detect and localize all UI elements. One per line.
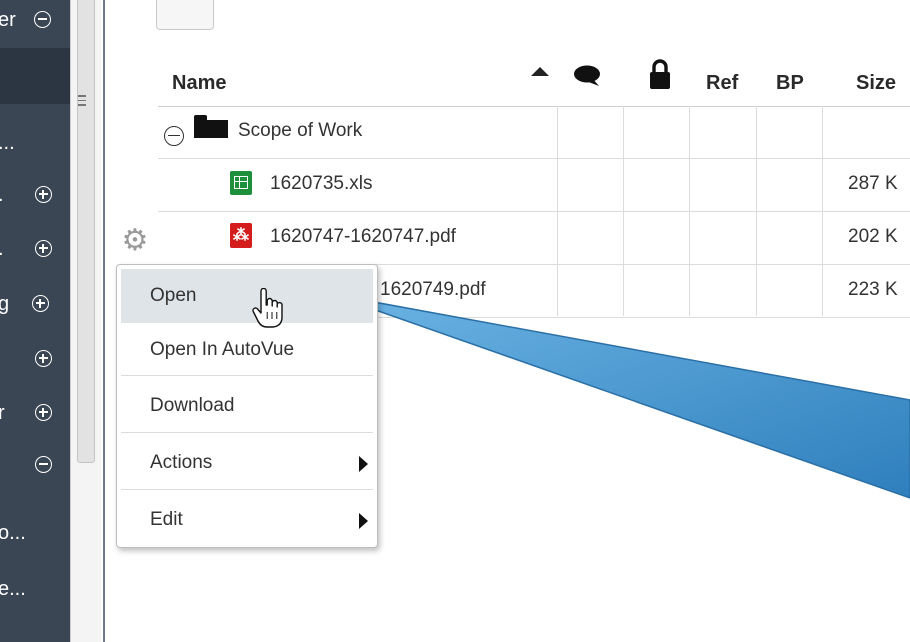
speech-bubble-icon[interactable]	[572, 64, 602, 88]
sidebar-item-label: .	[0, 180, 4, 210]
table-row[interactable]: ⁂ 1620747-1620747.pdf 202 K	[158, 212, 910, 265]
context-menu: Open Open In AutoVue Download Actions Ed…	[116, 264, 378, 548]
sidebar-item[interactable]	[0, 344, 70, 374]
column-header-name[interactable]: Name	[172, 72, 226, 95]
menu-item-download[interactable]: Download	[121, 379, 373, 433]
sidebar-item[interactable]: er	[0, 5, 70, 35]
collapse-icon[interactable]	[35, 456, 52, 473]
folder-icon	[194, 115, 228, 138]
hand-pointer-icon	[252, 288, 283, 328]
spreadsheet-icon	[230, 171, 252, 195]
gear-icon[interactable]: ⚙	[118, 224, 152, 258]
sidebar-item-label: r	[0, 402, 5, 424]
file-size: 223 K	[848, 279, 898, 300]
sidebar-item-label: o...	[0, 522, 26, 544]
sidebar-item[interactable]: e...	[0, 574, 70, 604]
lock-icon[interactable]	[648, 58, 672, 90]
pdf-icon: ⁂	[230, 223, 252, 248]
menu-item-label: Edit	[150, 509, 183, 530]
folder-row[interactable]: Scope of Work	[158, 106, 910, 159]
expand-icon[interactable]	[35, 404, 52, 421]
sidebar-item-label: e...	[0, 578, 26, 600]
menu-item-edit[interactable]: Edit	[121, 493, 373, 547]
menu-item-open[interactable]: Open	[121, 269, 373, 323]
sidebar-item-label: .	[0, 234, 4, 264]
file-name[interactable]: 1620747-1620747.pdf	[270, 226, 456, 248]
menu-item-label: Open In AutoVue	[150, 339, 295, 360]
sidebar-selected-item[interactable]	[0, 48, 70, 104]
sort-ascending-icon[interactable]	[531, 67, 549, 76]
sidebar-item[interactable]	[0, 450, 70, 480]
sidebar-item[interactable]: .	[0, 234, 70, 264]
sidebar-item-label: er	[0, 9, 16, 31]
drag-handle-icon[interactable]	[78, 95, 86, 109]
sidebar-item[interactable]: r	[0, 398, 70, 428]
sidebar-item[interactable]: .	[0, 180, 70, 210]
column-header-bp[interactable]: BP	[776, 72, 804, 95]
file-size: 202 K	[848, 226, 898, 247]
expand-icon[interactable]	[35, 186, 52, 203]
file-name[interactable]: 1620735.xls	[270, 173, 372, 195]
expand-icon[interactable]	[32, 295, 49, 312]
column-header-size[interactable]: Size	[856, 72, 896, 95]
menu-separator	[121, 489, 373, 490]
scrollbar-thumb[interactable]	[77, 0, 95, 463]
menu-item-open-in-autovue[interactable]: Open In AutoVue	[121, 323, 373, 377]
submenu-arrow-icon	[359, 456, 368, 472]
divider	[103, 0, 105, 642]
collapse-icon[interactable]	[34, 11, 51, 28]
file-name[interactable]: 1620749.pdf	[380, 279, 486, 301]
menu-separator	[121, 432, 373, 433]
sidebar-item[interactable]: g	[0, 289, 70, 319]
menu-item-actions[interactable]: Actions	[121, 436, 373, 490]
menu-item-label: Actions	[150, 452, 213, 473]
column-header-ref[interactable]: Ref	[706, 72, 738, 95]
panel-splitter[interactable]	[70, 0, 101, 642]
folder-name[interactable]: Scope of Work	[238, 120, 362, 142]
table-row[interactable]: 1620735.xls 287 K	[158, 159, 910, 212]
expand-icon[interactable]	[35, 350, 52, 367]
sidebar-item-label: g	[0, 293, 10, 315]
sidebar-item-label: ...	[0, 132, 15, 154]
collapse-icon[interactable]	[164, 126, 184, 146]
menu-separator	[121, 375, 373, 376]
submenu-arrow-icon	[359, 513, 368, 529]
comment-toolbar-button[interactable]	[156, 0, 214, 30]
menu-item-label: Download	[150, 395, 235, 416]
expand-icon[interactable]	[35, 240, 52, 257]
sidebar-item[interactable]: o...	[0, 518, 70, 548]
sidebar-item[interactable]: ...	[0, 128, 70, 158]
file-size: 287 K	[848, 173, 898, 194]
table-header: Name Ref BP Size	[158, 59, 910, 107]
menu-item-label: Open	[150, 285, 197, 306]
navigation-sidebar: er ... . . g r o... e...	[0, 0, 70, 642]
